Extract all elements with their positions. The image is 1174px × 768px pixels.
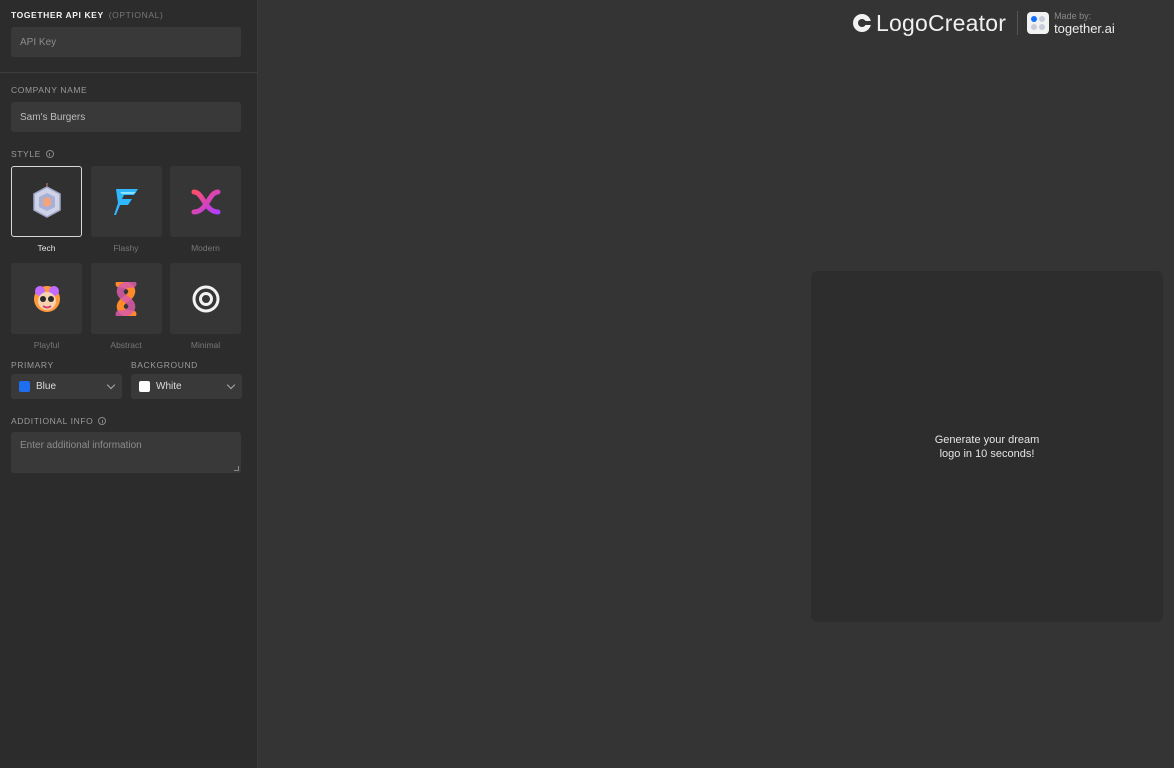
minimal-logo-icon bbox=[192, 285, 219, 312]
background-swatch bbox=[139, 381, 150, 392]
primary-label: PRIMARY bbox=[11, 360, 54, 370]
optional-tag: (OPTIONAL) bbox=[108, 10, 164, 20]
style-tile[interactable] bbox=[11, 263, 82, 334]
modern-logo-icon bbox=[191, 189, 220, 214]
tech-logo-icon bbox=[32, 182, 61, 218]
style-grid: Tech Flashy Modern Playful Abstract Mini… bbox=[11, 166, 246, 360]
style-tile[interactable] bbox=[11, 166, 82, 237]
style-tile[interactable] bbox=[90, 263, 162, 334]
style-name-abstract: Abstract bbox=[110, 340, 142, 350]
background-color-group: BACKGROUND White bbox=[131, 360, 242, 399]
playful-logo-icon bbox=[33, 285, 60, 312]
style-option-modern[interactable]: Modern bbox=[170, 166, 241, 263]
style-name-playful: Playful bbox=[33, 340, 60, 350]
style-tile[interactable] bbox=[170, 166, 241, 237]
info-icon[interactable] bbox=[45, 150, 54, 158]
style-name-flashy: Flashy bbox=[113, 243, 139, 253]
style-label: STYLE bbox=[11, 149, 246, 159]
primary-swatch bbox=[19, 381, 30, 392]
style-option-minimal[interactable]: Minimal bbox=[170, 263, 241, 360]
chevron-down-icon bbox=[226, 380, 236, 390]
abstract-logo-icon bbox=[115, 281, 137, 316]
logo-preview-area: Generate your dream logo in 10 seconds! bbox=[811, 271, 1163, 622]
style-option-abstract[interactable]: Abstract bbox=[90, 263, 162, 360]
api-key-label-text: TOGETHER API KEY bbox=[11, 10, 104, 20]
style-tile[interactable] bbox=[170, 263, 241, 334]
chevron-down-icon bbox=[106, 380, 116, 390]
style-label-text: STYLE bbox=[11, 149, 41, 159]
style-option-tech[interactable]: Tech bbox=[11, 166, 82, 263]
header: LogoCreator Made by: together.ai bbox=[852, 8, 1115, 38]
together-icon bbox=[1027, 12, 1050, 34]
sidebar: TOGETHER API KEY (OPTIONAL) API Key COMP… bbox=[0, 0, 258, 768]
header-divider bbox=[1017, 11, 1019, 35]
brand-name: LogoCreator bbox=[876, 9, 1007, 36]
primary-color-select[interactable]: Blue bbox=[11, 374, 122, 399]
api-key-label: TOGETHER API KEY (OPTIONAL) bbox=[11, 10, 246, 20]
background-color-select[interactable]: White bbox=[131, 374, 242, 399]
additional-info-textarea[interactable]: Enter additional information bbox=[11, 432, 241, 473]
style-option-playful[interactable]: Playful bbox=[11, 263, 82, 360]
style-name-minimal: Minimal bbox=[190, 340, 221, 350]
company-label: together.ai bbox=[1054, 20, 1115, 36]
api-key-input[interactable]: API Key bbox=[11, 27, 241, 57]
additional-info-label: ADDITIONAL INFO bbox=[11, 416, 246, 426]
made-by-label: Made by: bbox=[1054, 10, 1092, 21]
flashy-logo-icon bbox=[114, 188, 138, 215]
company-name-label: COMPANY NAME bbox=[11, 85, 88, 95]
style-name-tech: Tech bbox=[37, 243, 56, 253]
style-option-flashy[interactable]: Flashy bbox=[90, 166, 162, 263]
info-icon[interactable] bbox=[98, 417, 107, 425]
logo-creator-icon bbox=[853, 14, 871, 32]
company-name-input[interactable]: Sam's Burgers bbox=[11, 102, 241, 132]
brand[interactable]: LogoCreator bbox=[852, 10, 1006, 37]
primary-value: Blue bbox=[36, 381, 57, 392]
textarea-placeholder: Enter additional information bbox=[20, 440, 142, 451]
preview-message: Generate your dream logo in 10 seconds! bbox=[934, 433, 1040, 460]
primary-color-group: PRIMARY Blue bbox=[11, 360, 122, 399]
background-label: BACKGROUND bbox=[131, 360, 198, 370]
made-by-together[interactable]: Made by: together.ai bbox=[1027, 10, 1115, 36]
style-name-modern: Modern bbox=[191, 243, 220, 253]
style-tile[interactable] bbox=[90, 166, 162, 237]
resize-handle-icon[interactable] bbox=[234, 466, 239, 471]
background-value: White bbox=[156, 381, 182, 392]
section-divider bbox=[0, 72, 257, 73]
additional-info-label-text: ADDITIONAL INFO bbox=[11, 416, 94, 426]
